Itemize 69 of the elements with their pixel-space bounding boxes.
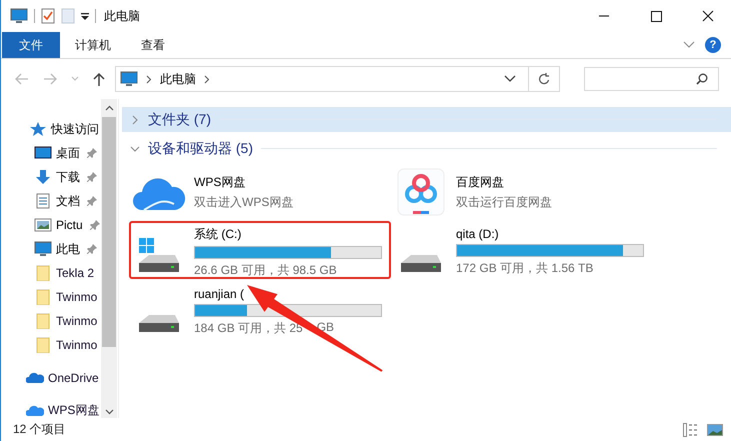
scroll-up-icon[interactable] <box>104 105 114 111</box>
cloud-icon <box>26 370 44 386</box>
item-count: 12 个项目 <box>13 421 66 438</box>
sidebar-item[interactable]: 桌面 <box>56 144 80 162</box>
item-description: 双击进入WPS网盘 <box>194 194 294 210</box>
pin-icon[interactable] <box>87 196 97 206</box>
sidebar-item[interactable]: WPS网盘 <box>48 402 100 418</box>
chevron-down-icon[interactable] <box>504 75 516 83</box>
back-arrow-icon[interactable] <box>15 73 29 85</box>
capacity-text: 184 GB 可用，共 25 <box>194 320 303 337</box>
hard-drive-icon <box>401 255 441 272</box>
details-view-icon[interactable] <box>683 422 699 436</box>
forward-arrow-icon[interactable] <box>43 73 57 85</box>
capacity-text: 26.6 GB 可用，共 98.5 GB <box>194 262 337 278</box>
scroll-down-icon[interactable] <box>104 409 114 415</box>
sidebar-item[interactable]: 文档 <box>56 192 80 210</box>
sidebar-item[interactable]: Tekla 2 <box>56 266 94 280</box>
sidebar-item[interactable]: Twinmo <box>56 290 98 304</box>
address-bar[interactable]: 此电脑 <box>115 66 560 92</box>
chevron-right-icon[interactable] <box>204 74 210 84</box>
star-icon <box>29 121 47 137</box>
hard-drive-icon <box>139 238 179 272</box>
pin-icon[interactable] <box>87 148 97 158</box>
sidebar-item[interactable]: Twinmo <box>56 314 98 328</box>
item-name[interactable]: 系统 (C:) <box>194 226 382 242</box>
item-name[interactable]: WPS网盘 <box>194 174 382 190</box>
up-arrow-icon[interactable] <box>93 72 105 86</box>
ribbon-tab[interactable]: 文件 <box>2 32 60 58</box>
folder-icon <box>34 313 52 329</box>
sidebar-item[interactable]: Twinmo <box>56 338 98 352</box>
sidebar-item[interactable]: OneDrive <box>48 371 99 385</box>
item-name[interactable]: 百度网盘 <box>456 174 644 190</box>
capacity-text: 172 GB 可用，共 1.56 TB <box>456 260 594 277</box>
refresh-icon[interactable] <box>537 72 551 86</box>
chevron-right-icon[interactable] <box>146 74 152 84</box>
picture-icon <box>34 217 52 233</box>
computer-icon <box>120 71 138 87</box>
pin-icon[interactable] <box>87 172 97 182</box>
computer-icon <box>34 241 52 257</box>
download-arrow-icon <box>34 169 52 185</box>
hard-drive-icon <box>139 315 179 332</box>
search-field[interactable] <box>584 67 719 91</box>
chevron-icon <box>130 114 140 124</box>
search-icon <box>696 73 708 85</box>
large-icons-view-icon[interactable] <box>707 424 723 436</box>
pin-icon[interactable] <box>90 220 100 230</box>
pin-icon[interactable] <box>87 244 97 254</box>
scrollbar[interactable] <box>101 99 117 418</box>
breadcrumb[interactable]: 此电脑 <box>160 70 196 88</box>
dropdown-icon[interactable] <box>81 11 89 21</box>
item-name[interactable]: ruanjian ( <box>194 287 382 301</box>
sidebar-item[interactable]: Pictu <box>56 218 83 232</box>
computer-icon <box>10 8 28 24</box>
group-header[interactable]: 文件夹 (7) <box>122 107 731 132</box>
document-icon <box>34 193 52 209</box>
folder-icon <box>34 337 52 353</box>
desktop-icon <box>34 145 52 161</box>
sidebar-item[interactable]: 此电 <box>56 240 80 258</box>
chevron-icon <box>130 144 140 154</box>
item-name[interactable]: qita (D:) <box>456 227 644 241</box>
group-header[interactable]: 设备和驱动器 (5) <box>122 136 731 161</box>
help-button[interactable]: ? <box>705 37 721 53</box>
folder-icon <box>34 289 52 305</box>
folder-icon <box>34 265 52 281</box>
sidebar-item[interactable]: 下载 <box>56 168 80 186</box>
properties-icon[interactable] <box>41 8 55 24</box>
window-title: 此电脑 <box>104 8 140 24</box>
sidebar-item[interactable]: 快速访问 <box>51 120 99 138</box>
item-description: 双击运行百度网盘 <box>456 194 553 210</box>
